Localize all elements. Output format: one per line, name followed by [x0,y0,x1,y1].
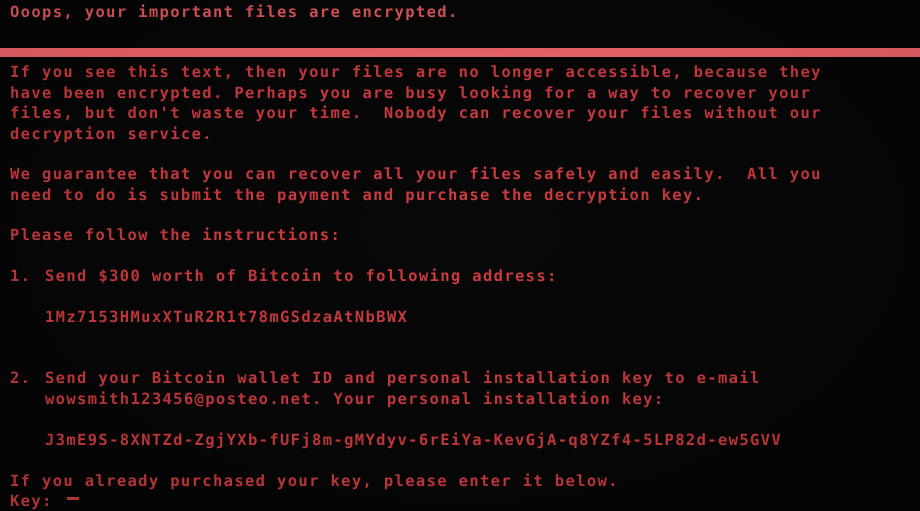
intro-line-4: decryption service. [10,124,213,143]
step-2-text-line-2[interactable]: wowsmith123456@posteo.net. Your personal… [45,389,665,410]
bitcoin-address[interactable]: 1Mz7153HMuxXTuR2R1t78mGSdzaAtNbBWX [45,307,408,328]
intro-line-3: files, but don't waste your time. Nobody… [10,104,822,122]
step-2-text-line-1: Send your Bitcoin wallet ID and personal… [45,369,761,387]
intro-line-2: have been encrypted. Perhaps you are bus… [10,83,812,102]
key-prompt-instruction: If you already purchased your key, pleas… [10,471,619,490]
intro-line-1: If you see this text, then your files ar… [10,63,822,81]
key-input-label: Key: [10,492,53,510]
text-cursor [67,497,79,500]
header-divider [0,48,920,57]
guarantee-line-1: We guarantee that you can recover all yo… [10,165,822,183]
ransom-note-screen: Ooops, your important files are encrypte… [0,0,920,511]
step-1-text: Send $300 worth of Bitcoin to following … [45,266,558,285]
step-1-number: 1. [10,266,32,285]
step-2-number: 2. [10,369,32,387]
guarantee-line-2: need to do is submit the payment and pur… [10,185,705,204]
page-title: Ooops, your important files are encrypte… [10,3,459,21]
personal-installation-key[interactable]: J3mE9S-8XNTZd-ZgjYXb-fUFj8m-gMYdyv-6rEiY… [45,430,782,451]
instructions-header: Please follow the instructions: [10,226,342,244]
